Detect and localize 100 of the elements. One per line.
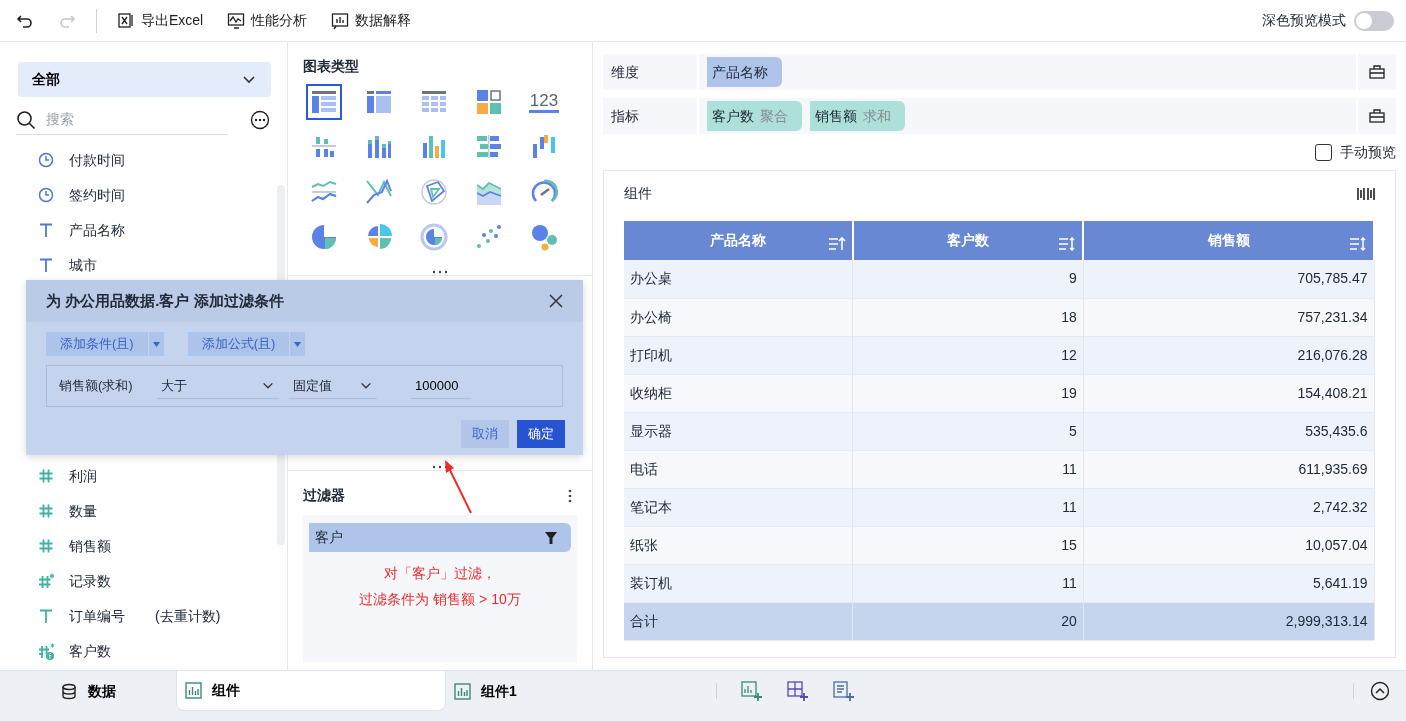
settings-button[interactable]	[1369, 108, 1385, 124]
table-cell: 收纳柜	[624, 374, 853, 412]
checkbox[interactable]	[1315, 144, 1332, 161]
sort-icon[interactable]	[1058, 236, 1077, 253]
collapse-button[interactable]	[1370, 681, 1390, 701]
field-chip[interactable]: 产品名称	[707, 57, 782, 87]
radar-chart-icon	[419, 177, 449, 207]
toolbar-button[interactable]	[787, 680, 809, 702]
sort-icon[interactable]	[1349, 236, 1367, 253]
table-cell: 办公椅	[624, 298, 853, 336]
aggregation-label: 求和	[863, 106, 891, 126]
caret-icon	[152, 341, 160, 347]
toolbar-button[interactable]	[741, 680, 763, 702]
table-cell: 2,742.32	[1083, 488, 1374, 526]
toolbar-button[interactable]: 性能分析	[223, 8, 312, 33]
table-cell: 757,231.34	[1083, 298, 1374, 336]
tab[interactable]: 组件	[176, 671, 446, 711]
table-cell: 216,076.28	[1083, 336, 1374, 374]
field-item[interactable]: 产品名称	[69, 220, 125, 241]
pie-chart-icon	[309, 222, 339, 252]
field-item[interactable]: 订单编号	[69, 606, 125, 627]
annotation-text: 过滤条件为 销售额 > 10万	[359, 591, 521, 607]
barcode-icon[interactable]	[1357, 185, 1375, 202]
table-cell: 纸张	[624, 526, 853, 564]
filter-chip[interactable]: 客户	[309, 523, 571, 552]
settings-button[interactable]	[1369, 64, 1385, 80]
table-cell: 电话	[624, 450, 853, 488]
field-item[interactable]: 城市	[69, 255, 97, 276]
table-cell: 11	[852, 488, 1084, 526]
drag-handle-icon[interactable]	[432, 269, 448, 275]
table-cell: 12	[852, 336, 1084, 374]
chart-type-button[interactable]: 123	[526, 84, 562, 120]
aggregation-label: 聚合	[760, 106, 788, 126]
chart-icon	[331, 11, 350, 30]
more-icon	[568, 488, 572, 503]
database-icon	[60, 682, 78, 700]
table-cell: 19	[852, 374, 1084, 412]
chip-label: 销售额	[815, 106, 857, 126]
sort-icon[interactable]	[827, 236, 846, 253]
table-cell: 11	[852, 450, 1084, 488]
field-item[interactable]: 客户数	[69, 641, 111, 662]
tab[interactable]: 数据	[0, 671, 176, 711]
export-icon	[117, 11, 135, 30]
table-cell: 18	[852, 298, 1084, 336]
close-icon	[549, 294, 563, 308]
field-item[interactable]: 付款时间	[69, 150, 125, 171]
table-cell: 611,935.69	[1083, 450, 1374, 488]
table-cell: 打印机	[624, 336, 853, 374]
row-label: 维度	[611, 62, 639, 82]
toggle-switch[interactable]	[1354, 10, 1394, 31]
field-item[interactable]: 记录数	[69, 571, 111, 592]
table-cell: 20	[852, 602, 1084, 640]
dark-preview-label: 深色预览模式	[1262, 11, 1346, 30]
more-button[interactable]	[568, 488, 572, 503]
add-chart-icon	[741, 680, 763, 702]
toolbar-button[interactable]: 导出Excel	[113, 8, 208, 33]
field-item[interactable]: 签约时间	[69, 185, 125, 206]
table-cell: 10,057.04	[1083, 526, 1374, 564]
tab[interactable]: 组件1	[446, 671, 716, 711]
operator-select[interactable]: 大于	[157, 373, 279, 399]
field-chip[interactable]: 销售额 求和	[810, 101, 905, 131]
value-type-select[interactable]: 固定值	[289, 373, 377, 399]
value-field[interactable]: 100000	[411, 373, 471, 399]
bubble-icon	[529, 222, 559, 252]
field-item[interactable]: 利润	[69, 466, 97, 487]
toolbar-button[interactable]	[833, 680, 855, 702]
ok-button[interactable]: 确定	[517, 420, 565, 448]
search-icon	[16, 109, 36, 130]
checkbox-label: 手动预览	[1340, 143, 1396, 162]
chart-type-button[interactable]	[306, 84, 342, 120]
field-item[interactable]: 数量	[69, 501, 97, 522]
grid-icon	[474, 87, 504, 117]
table-cell: 合计	[624, 602, 853, 640]
section-title: 图表类型	[302, 57, 360, 76]
chip-label: 产品名称	[712, 62, 768, 82]
caret-icon	[294, 341, 302, 347]
add-grid-icon	[787, 680, 809, 702]
close-button[interactable]	[549, 294, 563, 308]
more-button[interactable]	[250, 110, 270, 130]
table-cell: 2,999,313.14	[1083, 602, 1374, 640]
search-field[interactable]: 搜索	[44, 108, 204, 131]
toolbar-button[interactable]: 数据解释	[327, 8, 416, 33]
table-cell: 705,785.47	[1083, 260, 1374, 298]
aggregation-note: (去重计数)	[155, 607, 221, 626]
field-label: 销售额(求和)	[59, 377, 134, 396]
field-item[interactable]: 销售额	[69, 536, 111, 557]
dialog-title: 为 办公用品数据.客户 添加过滤条件	[46, 290, 284, 311]
scope-dropdown[interactable]: 全部	[18, 62, 271, 97]
table-cell: 9	[852, 260, 1084, 298]
table-cell: 11	[852, 564, 1084, 602]
table-cell: 笔记本	[624, 488, 853, 526]
table-cell: 154,408.21	[1083, 374, 1374, 412]
add-text-icon	[833, 680, 855, 702]
chip-label: 客户数	[712, 106, 754, 126]
field-chip[interactable]: 客户数 聚合	[707, 101, 802, 131]
table-cell: 显示器	[624, 412, 853, 450]
monitor-icon	[227, 11, 246, 30]
table-cell: 15	[852, 526, 1084, 564]
dropdown-button[interactable]	[289, 332, 306, 356]
chevron-up-icon	[1370, 681, 1390, 701]
